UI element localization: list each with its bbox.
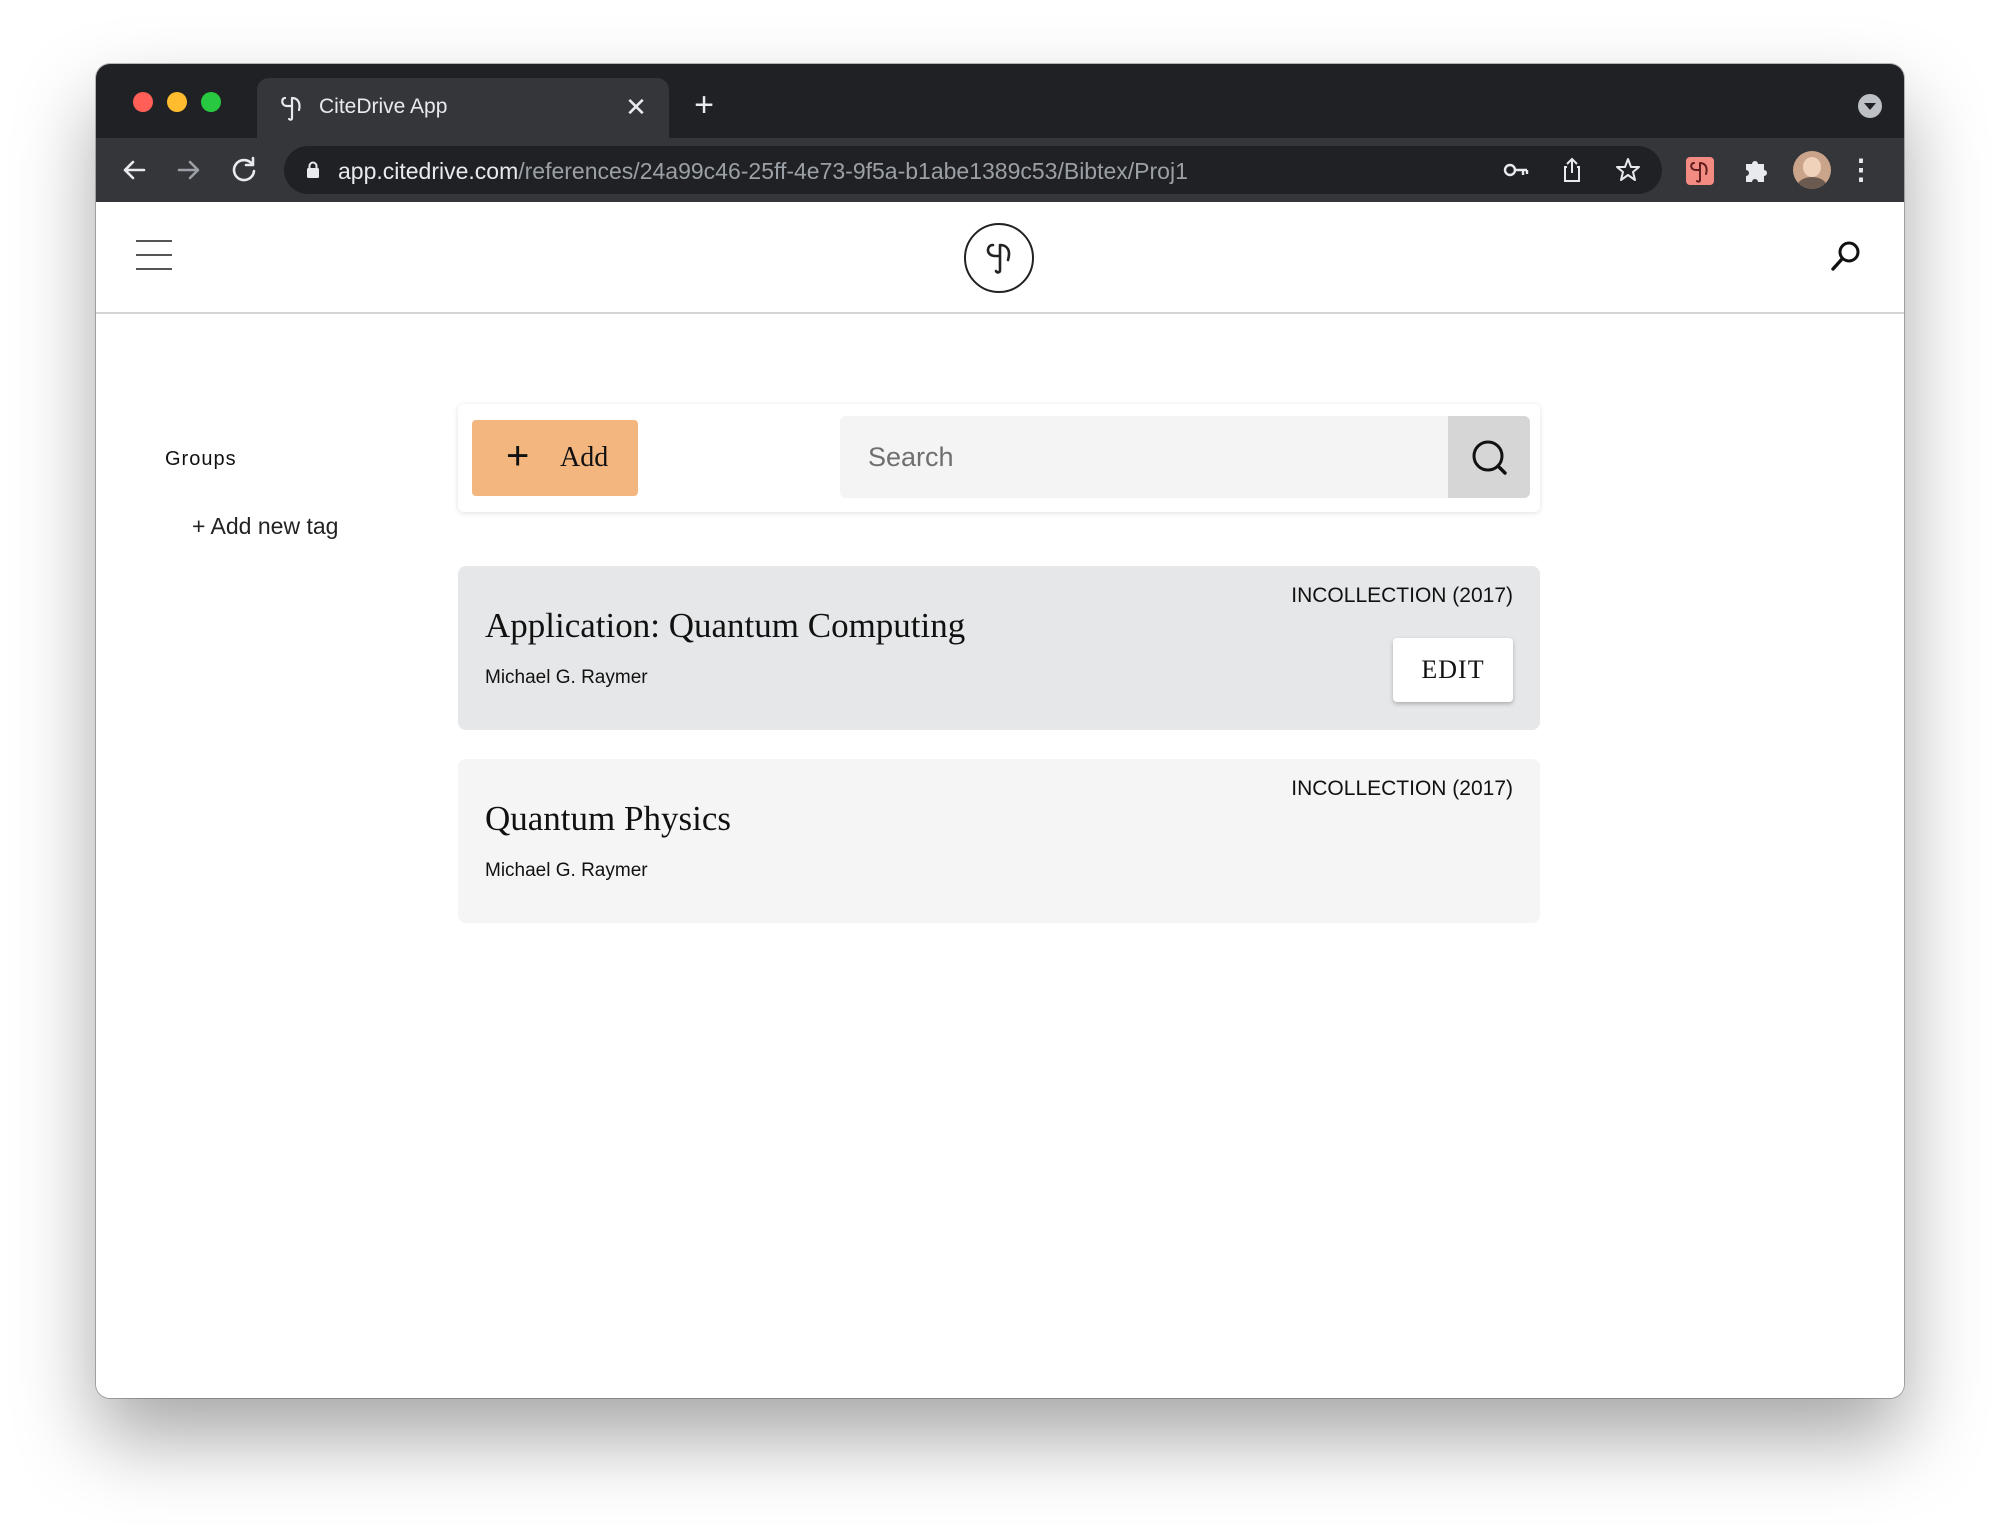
citedrive-favicon-icon [281, 96, 301, 121]
reference-type: INCOLLECTION (2017) [1291, 777, 1513, 800]
reference-author: Michael G. Raymer [485, 860, 648, 881]
puzzle-icon[interactable] [1740, 154, 1772, 186]
search-icon[interactable] [1828, 238, 1864, 274]
url-host: app.citedrive.com [338, 158, 519, 184]
lock-icon[interactable] [306, 161, 320, 179]
sidebar-groups-heading: Groups [165, 448, 237, 470]
url-text[interactable]: app.citedrive.com/references/24a99c46-25… [338, 158, 1188, 185]
url-path: /references/24a99c46-25ff-4e73-9f5a-b1ab… [518, 158, 1188, 184]
search-button[interactable] [1448, 416, 1530, 498]
profile-avatar[interactable] [1793, 151, 1831, 189]
reference-author: Michael G. Raymer [485, 667, 648, 688]
browser-window: CiteDrive App ✕ + app.citedrive.com/refe… [96, 64, 1904, 1398]
maximize-window-button[interactable] [201, 92, 221, 112]
back-arrow-icon[interactable] [114, 150, 154, 190]
citedrive-logo[interactable] [964, 223, 1034, 293]
reload-icon[interactable] [224, 150, 264, 190]
address-bar[interactable]: app.citedrive.com/references/24a99c46-25… [284, 146, 1662, 194]
forward-arrow-icon[interactable] [169, 150, 209, 190]
browser-toolbar: app.citedrive.com/references/24a99c46-25… [96, 138, 1904, 202]
search-input[interactable] [840, 416, 1446, 498]
magnifier-icon [1472, 440, 1507, 475]
reference-search [840, 416, 1530, 498]
add-new-tag-link[interactable]: + Add new tag [192, 513, 338, 540]
reference-card[interactable]: INCOLLECTION (2017) Application: Quantum… [458, 566, 1540, 730]
key-icon[interactable] [1502, 156, 1530, 184]
tab-strip: CiteDrive App ✕ + [96, 64, 1904, 138]
add-reference-button[interactable]: + Add [472, 420, 638, 496]
star-icon[interactable] [1614, 156, 1642, 184]
reference-type: INCOLLECTION (2017) [1291, 584, 1513, 607]
hamburger-menu-icon[interactable] [136, 240, 172, 270]
reference-toolbar: + Add [458, 404, 1540, 512]
web-page: Groups + Add new tag + Add INCOLLECTION … [96, 202, 1904, 1398]
edit-button[interactable]: EDIT [1393, 638, 1513, 702]
plus-icon: + [506, 434, 530, 478]
app-header [96, 202, 1904, 314]
add-button-label: Add [560, 442, 609, 473]
close-window-button[interactable] [133, 92, 153, 112]
reference-card[interactable]: INCOLLECTION (2017) Quantum Physics Mich… [458, 759, 1540, 923]
citedrive-extension-icon[interactable] [1686, 157, 1714, 185]
browser-tab[interactable]: CiteDrive App ✕ [257, 78, 669, 138]
tab-search-icon[interactable] [1858, 94, 1882, 118]
minimize-window-button[interactable] [167, 92, 187, 112]
kebab-menu-icon[interactable]: ⋮ [1846, 152, 1876, 188]
reference-title[interactable]: Application: Quantum Computing [485, 606, 965, 646]
close-icon[interactable]: ✕ [621, 92, 651, 122]
reference-title[interactable]: Quantum Physics [485, 799, 731, 839]
share-icon[interactable] [1558, 156, 1586, 184]
tab-title: CiteDrive App [319, 95, 448, 118]
new-tab-button[interactable]: + [686, 88, 722, 122]
